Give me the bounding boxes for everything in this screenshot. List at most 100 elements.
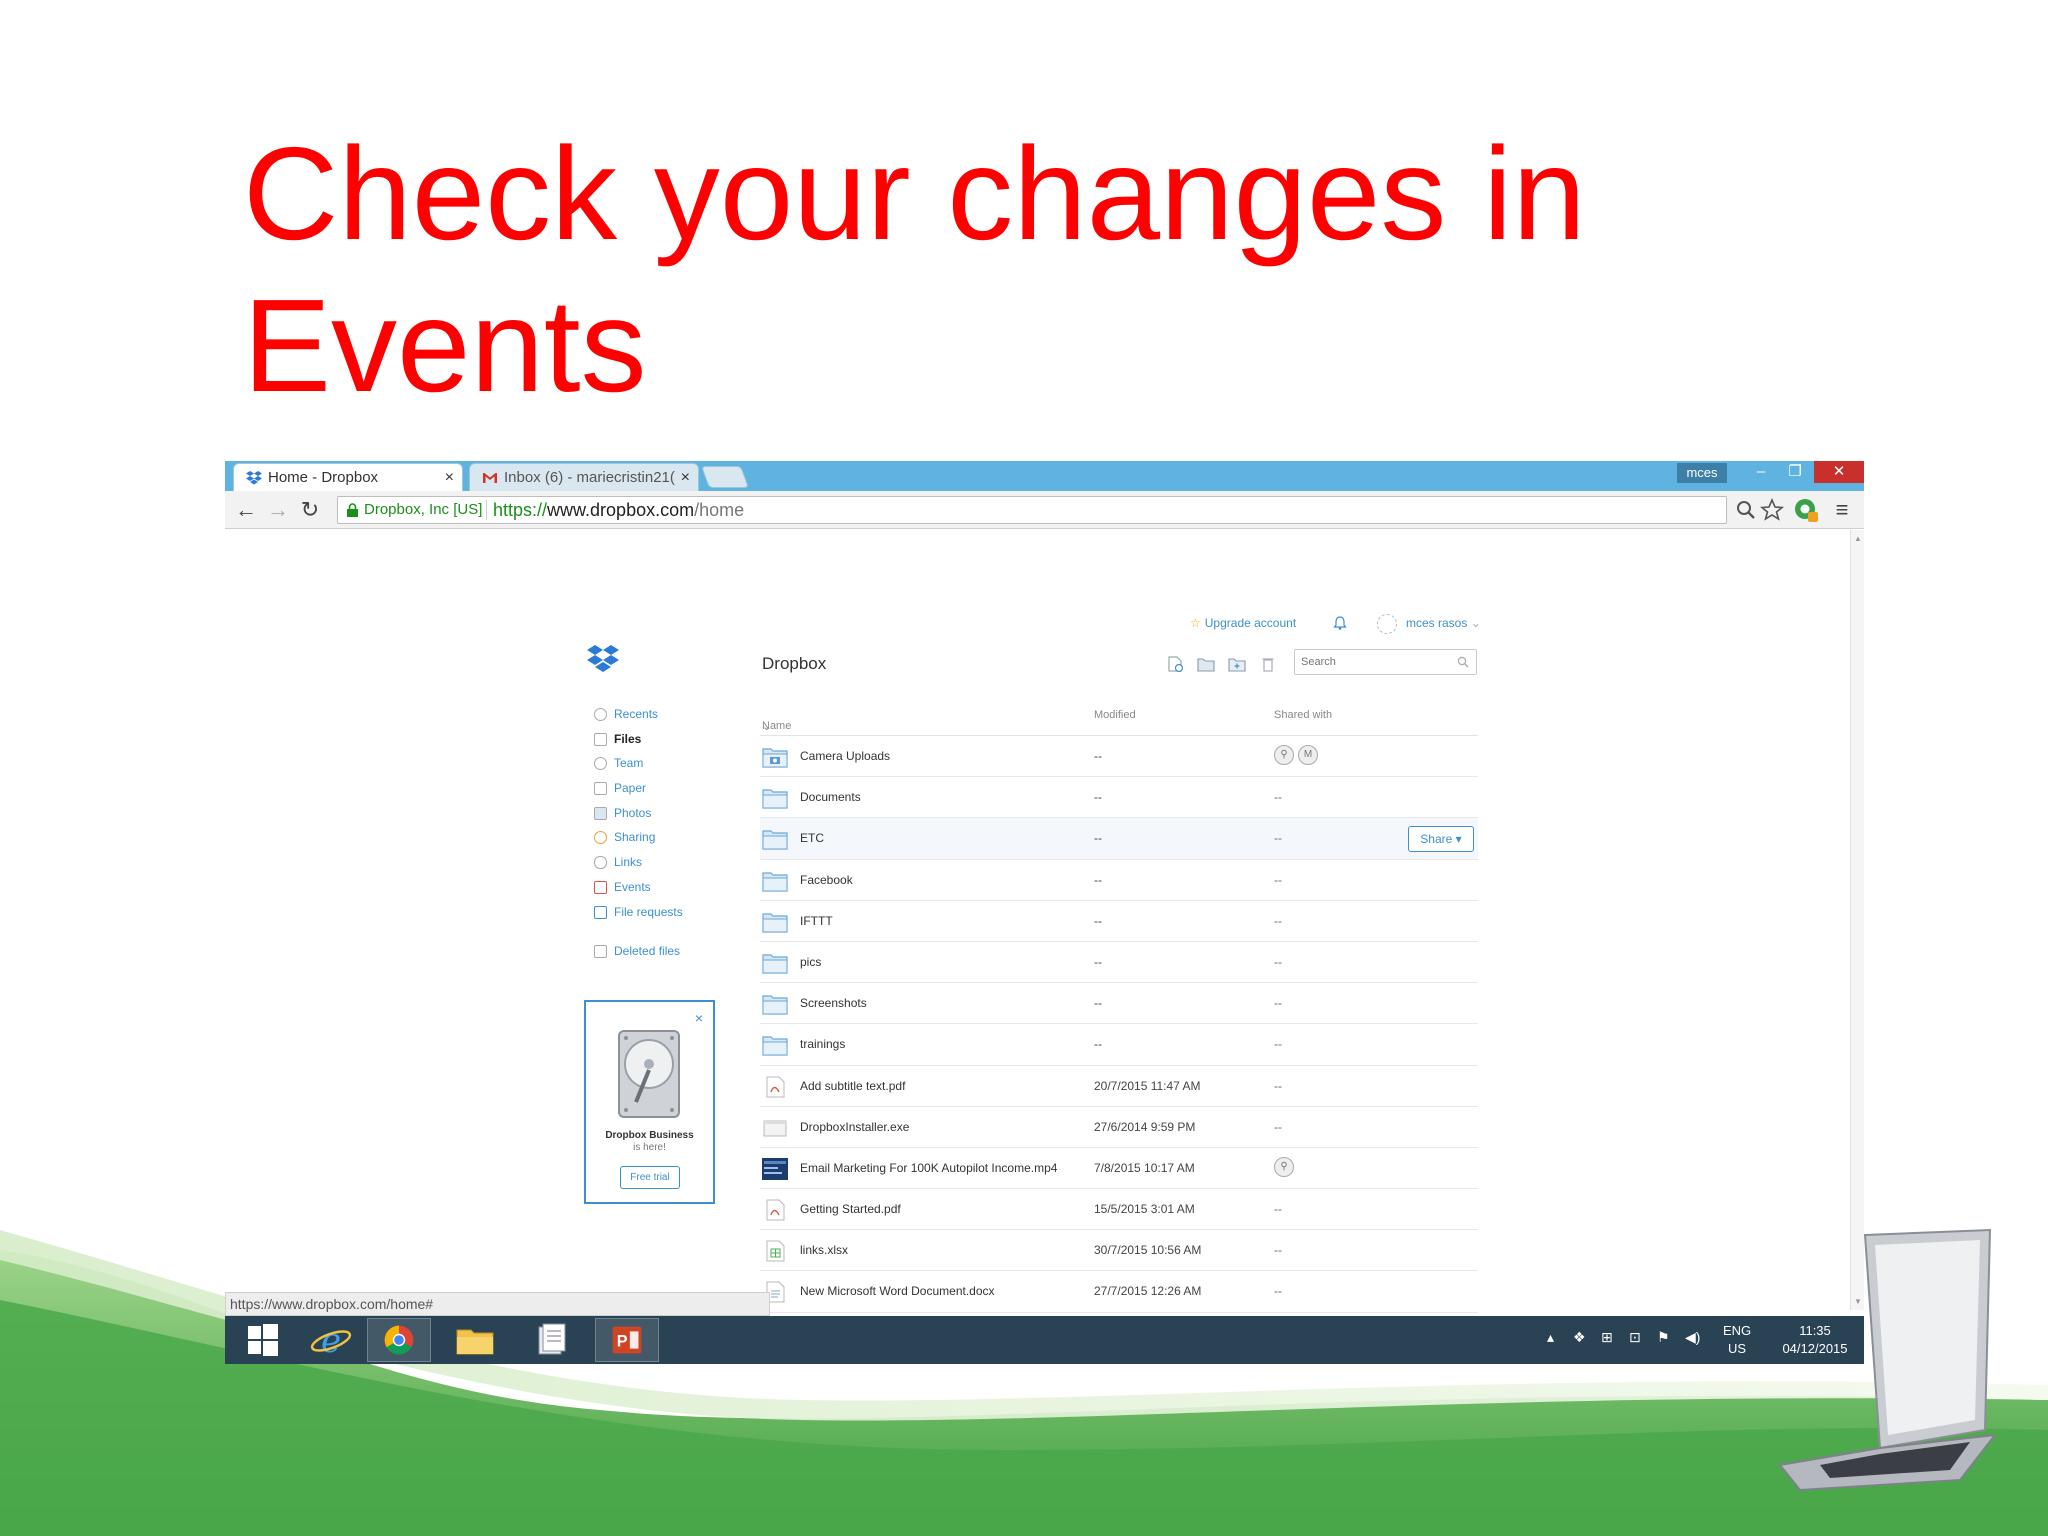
sidebar-item-recents[interactable]: Recents xyxy=(591,702,731,727)
reload-icon[interactable]: ↻ xyxy=(297,497,323,523)
share-button[interactable]: Share ▾ xyxy=(1408,826,1474,853)
file-name[interactable]: links.xlsx xyxy=(800,1243,848,1257)
caret-down-icon: ▾ xyxy=(1452,832,1462,847)
table-row[interactable]: IFTTT -- -- xyxy=(760,901,1478,942)
file-name[interactable]: Getting Started.pdf xyxy=(800,1202,901,1216)
sidebar-item-deleted-files[interactable]: Deleted files xyxy=(591,939,731,964)
minimize-button[interactable]: – xyxy=(1744,461,1778,483)
restore-button[interactable]: ❐ xyxy=(1778,461,1812,483)
column-header-modified[interactable]: Modified xyxy=(1094,709,1136,721)
table-row[interactable]: Documents -- -- xyxy=(760,777,1478,819)
tab-close-icon[interactable]: × xyxy=(445,464,454,492)
shared-member-avatar[interactable]: M xyxy=(1298,745,1318,765)
dropbox-tray-icon[interactable]: ❖ xyxy=(1573,1329,1586,1346)
powerpoint-icon[interactable]: P xyxy=(595,1318,659,1362)
user-menu[interactable]: mces rasos ⌄ xyxy=(1406,616,1481,630)
window-profile-badge[interactable]: mces xyxy=(1677,463,1727,483)
sidebar-item-events[interactable]: Events xyxy=(591,875,731,900)
table-row[interactable]: New Microsoft Word Document.docx 27/7/201… xyxy=(760,1271,1478,1313)
file-explorer-icon[interactable] xyxy=(443,1318,507,1362)
new-folder-icon[interactable] xyxy=(1228,656,1246,672)
language-indicator[interactable]: ENG US xyxy=(1723,1322,1751,1358)
back-icon[interactable]: ← xyxy=(233,497,259,523)
close-window-button[interactable]: ✕ xyxy=(1814,461,1864,483)
url-omnibox[interactable]: Dropbox, Inc [US] https://www.dropbox.co… xyxy=(337,496,1727,524)
windows-start-icon[interactable] xyxy=(231,1318,295,1362)
extension-icon[interactable] xyxy=(1793,497,1819,523)
shared-link-icon[interactable]: ⚲ xyxy=(1274,1156,1294,1177)
shared-link-icon[interactable]: ⚲ xyxy=(1274,745,1294,765)
windows-taskbar: e P ▴ ❖ ⊞ ⊡ ⚑ ◀) ENG US 11:35 04/12/2015 xyxy=(225,1316,1864,1364)
file-modified: -- xyxy=(1094,790,1102,805)
action-center-flag-icon[interactable]: ⚑ xyxy=(1657,1329,1670,1346)
file-name[interactable]: Email Marketing For 100K Autopilot Incom… xyxy=(800,1161,1057,1175)
tray-expand-icon[interactable]: ▴ xyxy=(1547,1329,1554,1346)
page-title: Dropbox xyxy=(762,654,827,673)
search-input[interactable] xyxy=(1301,654,1451,670)
table-row[interactable]: Facebook -- -- xyxy=(760,860,1478,901)
vertical-scrollbar[interactable]: ▲ ▼ xyxy=(1850,530,1864,1310)
sidebar-item-team[interactable]: Team xyxy=(591,751,731,776)
file-icon xyxy=(594,732,607,746)
zoom-icon[interactable] xyxy=(1733,497,1759,523)
scroll-up-icon[interactable]: ▲ xyxy=(1854,534,1862,543)
file-name[interactable]: New Microsoft Word Document.docx xyxy=(800,1284,995,1298)
chrome-icon[interactable] xyxy=(367,1318,431,1362)
delete-icon[interactable] xyxy=(1259,656,1277,672)
file-name[interactable]: Facebook xyxy=(800,873,853,887)
sidebar-item-file-requests[interactable]: File requests xyxy=(591,900,731,925)
sharing-icon xyxy=(594,831,607,845)
table-row[interactable]: Add subtitle text.pdf 20/7/2015 11:47 AM -… xyxy=(760,1066,1478,1107)
scroll-down-icon[interactable]: ▼ xyxy=(1854,1297,1862,1306)
file-name[interactable]: IFTTT xyxy=(800,914,833,928)
notification-bell-icon[interactable] xyxy=(1332,615,1348,631)
free-trial-button[interactable]: Free trial xyxy=(620,1166,680,1189)
table-row[interactable]: Camera Uploads -- ⚲ M xyxy=(760,736,1478,778)
sidebar-item-links[interactable]: Links xyxy=(591,850,731,875)
close-icon[interactable]: × xyxy=(695,1010,703,1026)
upgrade-account-link[interactable]: ☆ Upgrade account xyxy=(1190,616,1296,630)
table-row[interactable]: Email Marketing For 100K Autopilot Incom… xyxy=(760,1148,1478,1190)
tab-home-dropbox[interactable]: Home - Dropbox × xyxy=(233,463,463,491)
sidebar-item-photos[interactable]: Photos xyxy=(591,801,731,826)
internet-explorer-icon[interactable]: e xyxy=(299,1318,363,1362)
bookmark-star-icon[interactable] xyxy=(1759,497,1785,523)
table-row[interactable]: ETC -- -- Share ▾ xyxy=(760,818,1478,860)
new-shared-folder-icon[interactable] xyxy=(1197,656,1215,672)
file-name[interactable]: ETC xyxy=(800,831,824,845)
svg-text:P: P xyxy=(617,1333,628,1351)
table-row[interactable]: pics -- -- xyxy=(760,942,1478,984)
file-name[interactable]: Screenshots xyxy=(800,996,867,1010)
documents-icon[interactable] xyxy=(519,1318,583,1362)
volume-icon[interactable]: ◀) xyxy=(1685,1329,1700,1346)
search-box[interactable] xyxy=(1294,649,1477,675)
dropbox-logo-icon[interactable] xyxy=(587,644,619,674)
tab-close-icon[interactable]: × xyxy=(681,464,690,492)
file-name[interactable]: Add subtitle text.pdf xyxy=(800,1079,905,1093)
file-name[interactable]: pics xyxy=(800,955,821,969)
windows-tray-icon[interactable]: ⊞ xyxy=(1601,1329,1613,1346)
file-modified: 27/6/2014 9:59 PM xyxy=(1094,1119,1196,1134)
forward-icon[interactable]: → xyxy=(265,497,291,523)
table-row[interactable]: Getting Started.pdf 15/5/2015 3:01 AM -- xyxy=(760,1189,1478,1231)
table-row[interactable]: DropboxInstaller.exe 27/6/2014 9:59 PM -- xyxy=(760,1107,1478,1148)
sidebar-item-files[interactable]: Files xyxy=(591,727,731,752)
table-row[interactable]: Screenshots -- -- xyxy=(760,983,1478,1025)
sidebar-item-sharing[interactable]: Sharing xyxy=(591,825,731,850)
file-name[interactable]: Camera Uploads xyxy=(800,749,890,763)
clock-icon xyxy=(594,708,607,721)
file-name[interactable]: DropboxInstaller.exe xyxy=(800,1120,909,1134)
user-avatar[interactable] xyxy=(1377,614,1397,634)
file-name[interactable]: Documents xyxy=(800,790,861,804)
new-tab-button[interactable] xyxy=(700,466,750,488)
tab-inbox[interactable]: Inbox (6) - mariecristin21( × xyxy=(469,463,699,491)
menu-icon[interactable]: ≡ xyxy=(1829,497,1855,523)
clock[interactable]: 11:35 04/12/2015 xyxy=(1770,1322,1860,1358)
table-row[interactable]: links.xlsx 30/7/2015 10:56 AM -- xyxy=(760,1230,1478,1272)
file-name[interactable]: trainings xyxy=(800,1037,845,1051)
table-row[interactable]: trainings -- -- xyxy=(760,1024,1478,1066)
sidebar-item-paper[interactable]: Paper xyxy=(591,776,731,801)
network-icon[interactable]: ⊡ xyxy=(1629,1329,1641,1346)
upload-icon[interactable] xyxy=(1166,656,1184,672)
ev-certificate-badge[interactable]: Dropbox, Inc [US] xyxy=(342,500,488,520)
